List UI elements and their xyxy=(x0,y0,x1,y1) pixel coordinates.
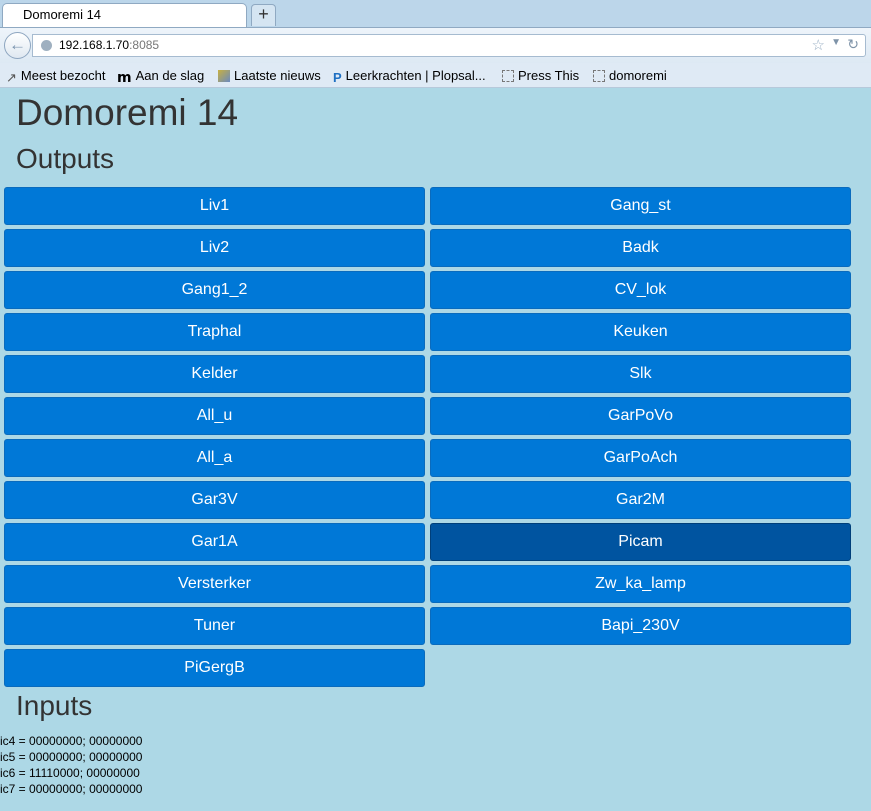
bookmark-label: Aan de slag xyxy=(135,68,205,83)
output-button-badk[interactable]: Badk xyxy=(430,229,851,267)
output-button-all-u[interactable]: All_u xyxy=(4,397,425,435)
bookmark-label: Laatste nieuws xyxy=(234,68,321,83)
page-title: Domoremi 14 xyxy=(16,92,239,133)
history-dropdown-icon[interactable]: ▼ xyxy=(831,37,841,48)
bookmark-label: Press This xyxy=(518,68,580,83)
url-host: 192.168.1.70 xyxy=(59,38,130,52)
output-button-versterker[interactable]: Versterker xyxy=(4,565,425,603)
news-feed-icon xyxy=(218,70,230,82)
tab-title: Domoremi 14 xyxy=(23,7,102,22)
browser-tab[interactable]: Domoremi 14 xyxy=(2,3,247,27)
output-button-bapi-230v[interactable]: Bapi_230V xyxy=(430,607,851,645)
bookmark-label: Leerkrachten | Plopsal... xyxy=(345,68,486,83)
outputs-heading: Outputs xyxy=(16,143,115,174)
input-status-line: ic5 = 00000000; 00000000 xyxy=(0,750,143,764)
back-arrow-icon: ← xyxy=(9,35,26,54)
most-visited-icon: ↗ xyxy=(6,70,17,85)
url-text: 192.168.1.70:8085 xyxy=(59,38,159,52)
output-button-traphal[interactable]: Traphal xyxy=(4,313,425,351)
url-port: :8085 xyxy=(129,38,160,52)
bookmark-getting-started[interactable]: m Aan de slag xyxy=(117,68,205,86)
bookmark-leerkrachten[interactable]: P Leerkrachten | Plopsal... xyxy=(333,68,486,85)
output-button-gar2m[interactable]: Gar2M xyxy=(430,481,851,519)
input-status-line: ic4 = 00000000; 00000000 xyxy=(0,734,143,748)
output-button-keuken[interactable]: Keuken xyxy=(430,313,851,351)
output-button-zw-ka-lamp[interactable]: Zw_ka_lamp xyxy=(430,565,851,603)
output-button-cv-lok[interactable]: CV_lok xyxy=(430,271,851,309)
bookmark-star-icon[interactable]: ☆ xyxy=(812,36,825,54)
output-button-picam[interactable]: Picam xyxy=(430,523,851,561)
output-button-all-a[interactable]: All_a xyxy=(4,439,425,477)
output-button-slk[interactable]: Slk xyxy=(430,355,851,393)
address-bar[interactable]: 192.168.1.70:8085 ☆ ▼ ↻ xyxy=(32,34,866,57)
bookmark-most-visited[interactable]: ↗ Meest bezocht xyxy=(6,68,106,85)
output-button-liv2[interactable]: Liv2 xyxy=(4,229,425,267)
globe-icon xyxy=(41,40,52,51)
output-button-gang1-2[interactable]: Gang1_2 xyxy=(4,271,425,309)
m-logo-icon: m xyxy=(117,70,132,86)
output-button-gang-st[interactable]: Gang_st xyxy=(430,187,851,225)
bookmark-label: domoremi xyxy=(609,68,667,83)
output-button-pigergb[interactable]: PiGergB xyxy=(4,649,425,687)
output-button-garpovo[interactable]: GarPoVo xyxy=(430,397,851,435)
blank-page-icon xyxy=(593,70,605,82)
inputs-heading: Inputs xyxy=(16,690,93,721)
blank-page-icon xyxy=(502,70,514,82)
p-logo-icon: P xyxy=(333,70,342,85)
bookmark-press-this[interactable]: Press This xyxy=(502,68,579,83)
output-button-kelder[interactable]: Kelder xyxy=(4,355,425,393)
output-button-garpoach[interactable]: GarPoAch xyxy=(430,439,851,477)
input-status-line: ic6 = 11110000; 00000000 xyxy=(0,766,140,780)
reload-icon[interactable]: ↻ xyxy=(847,36,859,53)
navigation-bar: ← 192.168.1.70:8085 ☆ ▼ ↻ xyxy=(0,27,871,63)
output-button-tuner[interactable]: Tuner xyxy=(4,607,425,645)
tab-strip: Domoremi 14 + xyxy=(0,0,871,27)
output-button-gar3v[interactable]: Gar3V xyxy=(4,481,425,519)
bookmarks-toolbar: ↗ Meest bezocht m Aan de slag Laatste nieu… xyxy=(0,63,871,88)
output-button-gar1a[interactable]: Gar1A xyxy=(4,523,425,561)
bookmark-label: Meest bezocht xyxy=(20,68,106,83)
output-button-liv1[interactable]: Liv1 xyxy=(4,187,425,225)
inputs-list: ic4 = 00000000; 00000000 ic5 = 00000000; … xyxy=(0,733,142,797)
input-status-line: ic7 = 00000000; 00000000 xyxy=(0,782,143,796)
bookmark-domoremi[interactable]: domoremi xyxy=(593,68,667,83)
new-tab-button[interactable]: + xyxy=(251,4,276,26)
back-button[interactable]: ← xyxy=(4,32,31,59)
bookmark-latest-news[interactable]: Laatste nieuws xyxy=(218,68,321,83)
outputs-grid: Liv1 Gang_st Liv2 Badk Gang1_2 CV_lok Traphal K… xyxy=(4,187,851,687)
